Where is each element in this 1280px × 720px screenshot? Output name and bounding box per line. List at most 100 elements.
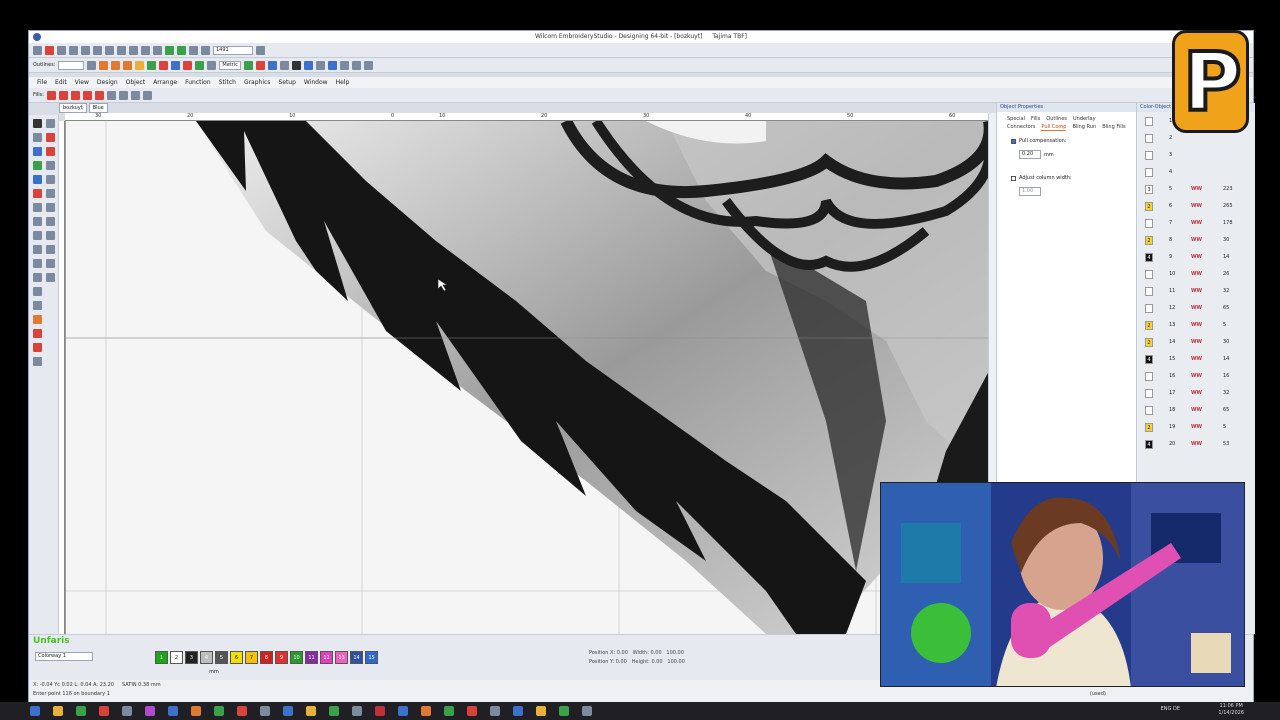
object-row[interactable]: 17 WW 32: [1141, 387, 1249, 401]
menu-window[interactable]: Window: [304, 77, 328, 88]
menu-help[interactable]: Help: [336, 77, 350, 88]
shape-icon[interactable]: [135, 60, 145, 70]
object-row[interactable]: 2 14 WW 30: [1141, 336, 1249, 350]
object-row[interactable]: 4 20 WW 53: [1141, 438, 1249, 452]
palette-color-chip[interactable]: 8: [260, 651, 273, 664]
menu-function[interactable]: Function: [185, 77, 211, 88]
taskbar-app-icon[interactable]: [76, 706, 86, 716]
taskbar-app-icon[interactable]: [214, 706, 224, 716]
object-row[interactable]: 2 13 WW 5: [1141, 319, 1249, 333]
knife-tool-icon[interactable]: [33, 357, 42, 366]
menu-view[interactable]: View: [75, 77, 89, 88]
menu-graphics[interactable]: Graphics: [244, 77, 271, 88]
travel-icon[interactable]: [189, 45, 198, 55]
home-icon[interactable]: [33, 45, 42, 55]
rotate-icon[interactable]: [142, 90, 152, 100]
trace-icon[interactable]: [46, 273, 55, 282]
arc-icon[interactable]: [46, 161, 55, 170]
taskbar-app-icon[interactable]: [168, 706, 178, 716]
stitch-player-icon[interactable]: [201, 45, 210, 55]
adjust-width-input[interactable]: 1.00: [1019, 187, 1041, 196]
palette-color-chip[interactable]: 2: [170, 651, 183, 664]
paste-icon[interactable]: [129, 45, 138, 55]
export-icon[interactable]: [177, 45, 186, 55]
tab-connectors[interactable]: Connectors: [1007, 124, 1035, 131]
taskbar-app-icon[interactable]: [145, 706, 155, 716]
taskbar-app-icon[interactable]: [306, 706, 316, 716]
color-icon[interactable]: [159, 60, 169, 70]
height-value[interactable]: 0.00: [651, 659, 662, 665]
brush3-icon[interactable]: [123, 60, 133, 70]
position-x-value[interactable]: 0.00: [617, 650, 628, 656]
taskbar-app-icon[interactable]: [536, 706, 546, 716]
tab-bozkuyt[interactable]: bozkuyt: [59, 103, 87, 113]
taskbar-app-icon[interactable]: [398, 706, 408, 716]
fill-type-icon[interactable]: [46, 90, 56, 100]
zoom-field[interactable]: 1491: [213, 45, 253, 55]
object-row[interactable]: 10 WW 26: [1141, 268, 1249, 282]
appliqué4-icon[interactable]: [33, 343, 42, 352]
palette-color-chip[interactable]: 6: [230, 651, 243, 664]
taskbar-app-icon[interactable]: [53, 706, 63, 716]
pattern-icon[interactable]: [82, 90, 92, 100]
object-row[interactable]: 2 6 WW 265: [1141, 200, 1249, 214]
palette-color-chip[interactable]: 9: [275, 651, 288, 664]
appliqué2-icon[interactable]: [33, 315, 42, 324]
object-row[interactable]: 2 8 WW 30: [1141, 234, 1249, 248]
bezier-icon[interactable]: [46, 175, 55, 184]
tab-underlay[interactable]: Underlay: [1073, 116, 1096, 122]
cut-icon[interactable]: [105, 45, 114, 55]
auto-icon[interactable]: [46, 259, 55, 268]
menu-object[interactable]: Object: [126, 77, 146, 88]
taskbar-app-icon[interactable]: [30, 706, 40, 716]
pct2[interactable]: 100.00: [667, 659, 685, 665]
polygon-icon[interactable]: [33, 217, 42, 226]
palette-color-chip[interactable]: 12: [320, 651, 333, 664]
run-icon[interactable]: [33, 259, 42, 268]
ball-icon[interactable]: [183, 60, 193, 70]
adjust-width-checkbox[interactable]: [1011, 175, 1016, 181]
taskbar-app-icon[interactable]: [352, 706, 362, 716]
select-icon[interactable]: [33, 119, 42, 128]
applique-icon[interactable]: [33, 301, 42, 310]
distribute-icon[interactable]: [328, 60, 338, 70]
digitize-icon[interactable]: [33, 231, 42, 240]
rect-icon[interactable]: [33, 203, 42, 212]
tab-bling-fills[interactable]: Bling Fills: [1102, 124, 1125, 131]
edit-nodes-icon[interactable]: [46, 133, 55, 142]
grid-icon[interactable]: [195, 60, 205, 70]
outlines-field[interactable]: [58, 60, 85, 70]
text-icon[interactable]: [280, 60, 290, 70]
wand-icon[interactable]: [268, 60, 278, 70]
info-icon[interactable]: [292, 60, 302, 70]
measure-tool-icon[interactable]: [46, 245, 55, 254]
knife-icon[interactable]: [352, 60, 362, 70]
menu-stitch[interactable]: Stitch: [219, 77, 236, 88]
object-row[interactable]: 3: [1141, 149, 1249, 163]
palette-color-chip[interactable]: 14: [350, 651, 363, 664]
outline-tool-icon[interactable]: [87, 60, 97, 70]
menu-arrange[interactable]: Arrange: [153, 77, 177, 88]
tab-blue[interactable]: Blue: [88, 103, 108, 113]
fill-icon[interactable]: [147, 60, 157, 70]
taskbar-app-icon[interactable]: [559, 706, 569, 716]
palette-color-chip[interactable]: 11: [305, 651, 318, 664]
palette-color-chip[interactable]: 4: [200, 651, 213, 664]
settings-icon[interactable]: [364, 60, 374, 70]
palette-color-chip[interactable]: 5: [215, 651, 228, 664]
ellipse-icon[interactable]: [46, 217, 55, 226]
align-icon[interactable]: [316, 60, 326, 70]
import-icon[interactable]: [165, 45, 174, 55]
tab-pull-comp[interactable]: Pull Comp: [1041, 124, 1067, 131]
monogram-icon[interactable]: [33, 161, 42, 170]
triple-icon[interactable]: [33, 287, 42, 296]
add-node-icon[interactable]: [46, 147, 55, 156]
menu-file[interactable]: File: [37, 77, 47, 88]
object-row[interactable]: 11 WW 32: [1141, 285, 1249, 299]
brush2-icon[interactable]: [111, 60, 121, 70]
save-icon[interactable]: [81, 45, 90, 55]
print-icon[interactable]: [93, 45, 102, 55]
tab-bling-run[interactable]: Bling Run: [1072, 124, 1096, 131]
tab-special[interactable]: Special: [1007, 116, 1025, 122]
palette-color-chip[interactable]: 7: [245, 651, 258, 664]
